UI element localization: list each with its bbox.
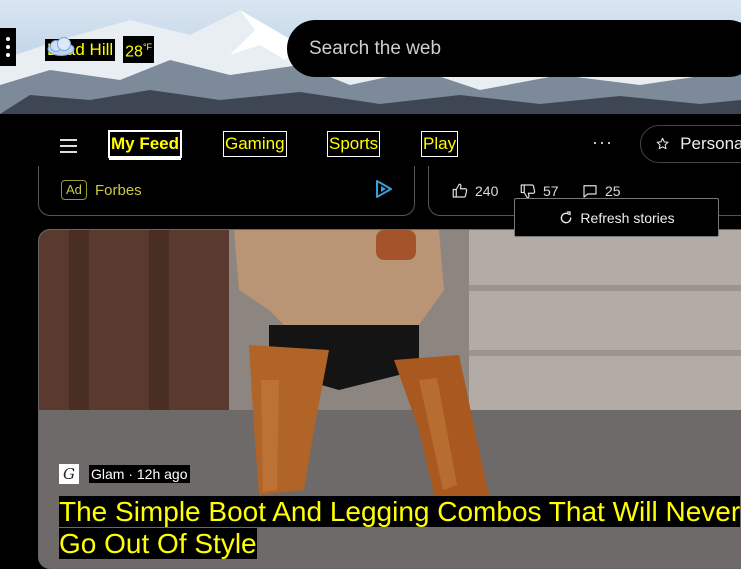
apps-menu-button[interactable] <box>0 28 16 66</box>
ad-badge: Ad <box>61 180 87 200</box>
article-source-row[interactable]: G Glam · 12h ago <box>59 464 190 484</box>
main-article-card[interactable]: G Glam · 12h ago The Simple Boot And Leg… <box>38 229 741 569</box>
ad-card[interactable]: Ad Forbes <box>38 166 415 216</box>
article-headline[interactable]: The Simple Boot And Legging Combos That … <box>59 496 741 560</box>
search-input[interactable] <box>307 36 711 61</box>
article-source-label: Glam · 12h ago <box>89 465 190 483</box>
personalize-label: Personalize <box>680 134 741 153</box>
search-bar[interactable] <box>287 20 741 77</box>
tab-sports[interactable]: Sports <box>327 131 381 157</box>
refresh-stories-label: Refresh stories <box>580 209 675 226</box>
tab-play[interactable]: Play <box>421 131 459 157</box>
personalize-button[interactable]: Personalize <box>640 125 741 163</box>
thumbs-up-icon <box>452 183 468 198</box>
like-count: 240 <box>475 183 499 199</box>
temperature-label: 28°F <box>123 36 155 64</box>
comment-count: 25 <box>605 183 621 199</box>
header-banner: Lead Hill 28°F <box>0 0 741 114</box>
like-button[interactable]: 240 <box>451 182 498 200</box>
more-options-button[interactable]: ··· <box>592 132 613 153</box>
refresh-stories-button[interactable]: Refresh stories <box>514 198 719 237</box>
ad-choices-play-icon[interactable] <box>373 178 395 200</box>
tab-my-feed[interactable]: My Feed <box>109 131 182 157</box>
dislike-count: 57 <box>543 183 559 199</box>
hamburger-menu-icon[interactable] <box>60 139 77 157</box>
ad-source-label: Forbes <box>95 182 142 199</box>
glam-logo: G <box>59 464 79 484</box>
sparkle-star-icon <box>656 137 669 150</box>
refresh-icon <box>561 210 572 223</box>
weather-widget[interactable]: Lead Hill 28°F <box>45 36 155 64</box>
tab-gaming[interactable]: Gaming <box>223 131 287 157</box>
cloud-icon <box>47 37 75 56</box>
